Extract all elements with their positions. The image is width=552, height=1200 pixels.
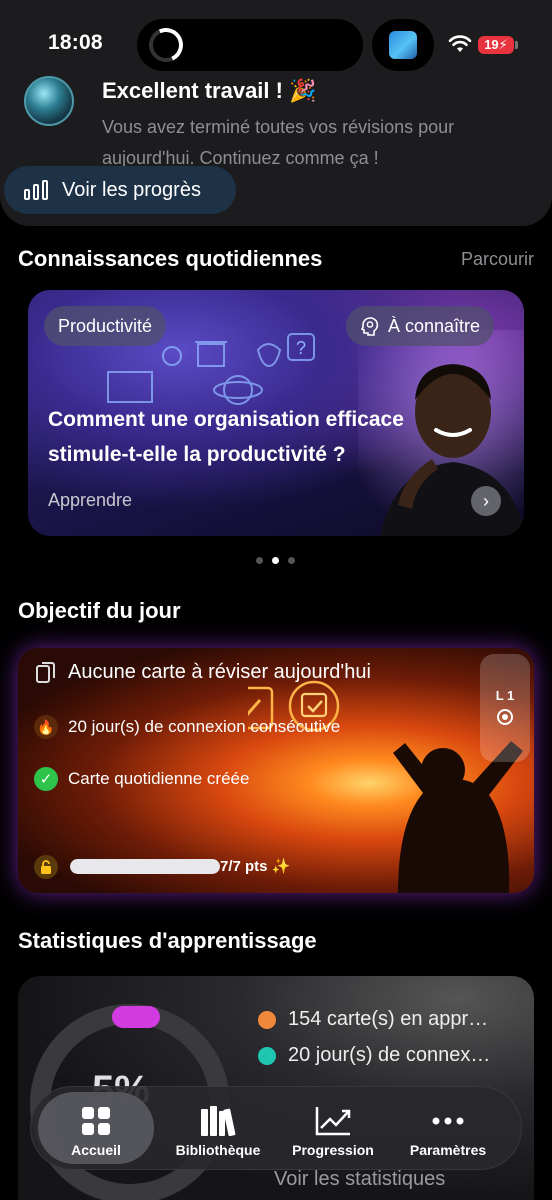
wifi-icon (448, 35, 472, 52)
chart-icon (315, 1107, 351, 1136)
progress-ring-segment (112, 1006, 160, 1028)
tab-label: Bibliothèque (175, 1142, 261, 1158)
page-dot-active[interactable] (272, 557, 279, 564)
notification-title: Excellent travail ! 🎉 (102, 78, 317, 103)
page-dot[interactable] (288, 557, 295, 564)
grid-icon (82, 1107, 110, 1135)
badge-chip: À connaître (346, 306, 495, 346)
tab-library[interactable]: Bibliothèque (160, 1092, 276, 1164)
unlock-icon (34, 855, 58, 879)
chevron-right-icon[interactable]: › (471, 486, 501, 516)
tab-label: Accueil (71, 1142, 121, 1158)
goal-item-text: 20 jour(s) de connexion consécutive (68, 717, 341, 736)
check-badge-icon: ✓ (34, 767, 58, 791)
fire-icon: 🔥 (34, 715, 58, 739)
knowledge-card[interactable]: ? Productivité À connaître Comment une o… (28, 290, 524, 536)
svg-text:?: ? (296, 338, 306, 358)
goal-section-title: Objectif du jour (18, 598, 181, 623)
app-logo-orb (24, 76, 74, 126)
legend-item: 20 jour(s) de connex… (258, 1044, 490, 1067)
level-label: L 1 (495, 688, 515, 703)
points-progress-bar (70, 859, 220, 874)
battery-cap (515, 41, 518, 49)
tab-settings[interactable]: Paramètres (390, 1092, 506, 1164)
view-stats-link[interactable]: Voir les statistiques (274, 1168, 445, 1191)
legend-item: 154 carte(s) en appr… (258, 1008, 488, 1031)
battery-indicator: 19⚡ (478, 36, 514, 54)
view-progress-label: Voir les progrès (62, 178, 201, 201)
dynamic-island[interactable] (137, 19, 363, 71)
target-icon (497, 709, 513, 725)
browse-link[interactable]: Parcourir (461, 249, 534, 270)
stats-section-title: Statistiques d'apprentissage (18, 928, 317, 953)
brain-head-icon (360, 317, 379, 336)
tab-home[interactable]: Accueil (38, 1092, 154, 1164)
badge-label: À connaître (388, 315, 481, 336)
books-icon (201, 1106, 236, 1137)
bar-chart-icon (24, 180, 48, 200)
live-activity-pill[interactable] (372, 19, 434, 71)
goal-item-text: Carte quotidienne créée (68, 769, 250, 788)
activity-spinner-icon (144, 23, 188, 67)
category-label: Productivité (58, 315, 153, 336)
carousel-pagination (256, 557, 295, 564)
learn-label[interactable]: Apprendre (48, 490, 132, 511)
points-label: 7/7 pts ✨ (220, 858, 291, 875)
page-dot[interactable] (256, 557, 263, 564)
legend-dot (258, 1010, 276, 1029)
level-badge[interactable]: L 1 (480, 654, 530, 762)
notification-body: Vous avez terminé toutes vos révisions p… (102, 117, 455, 168)
goal-item: ✓ Carte quotidienne créée (34, 767, 249, 791)
knowledge-section-title: Connaissances quotidiennes (18, 246, 323, 271)
knowledge-card-title: Comment une organisation efficace stimul… (48, 408, 404, 466)
cards-icon (36, 662, 55, 683)
legend-text: 154 carte(s) en appr… (288, 1008, 489, 1030)
app-thumbnail-icon (389, 31, 417, 59)
daily-goal-card[interactable]: Aucune carte à réviser aujourd'hui 🔥 20 … (18, 648, 534, 893)
tab-label: Paramètres (409, 1142, 487, 1158)
tab-label: Progression (292, 1142, 374, 1158)
legend-dot (258, 1046, 276, 1065)
tab-bar: Accueil Bibliothèque Progression Paramèt… (30, 1086, 522, 1170)
points-progress-fill (70, 859, 220, 874)
tab-progression[interactable]: Progression (275, 1092, 391, 1164)
category-chip: Productivité (44, 306, 167, 346)
notification-sheet: 18:08 19⚡ Excellent travail ! 🎉 Vous ave… (0, 0, 552, 226)
goal-item: 🔥 20 jour(s) de connexion consécutive (34, 715, 340, 739)
status-time: 18:08 (48, 31, 103, 54)
view-progress-button[interactable]: Voir les progrès (4, 166, 236, 214)
goal-item-text: Aucune carte à réviser aujourd'hui (68, 660, 371, 683)
legend-text: 20 jour(s) de connex… (288, 1044, 491, 1066)
goal-item: Aucune carte à réviser aujourd'hui (34, 660, 371, 684)
more-icon (432, 1117, 464, 1125)
